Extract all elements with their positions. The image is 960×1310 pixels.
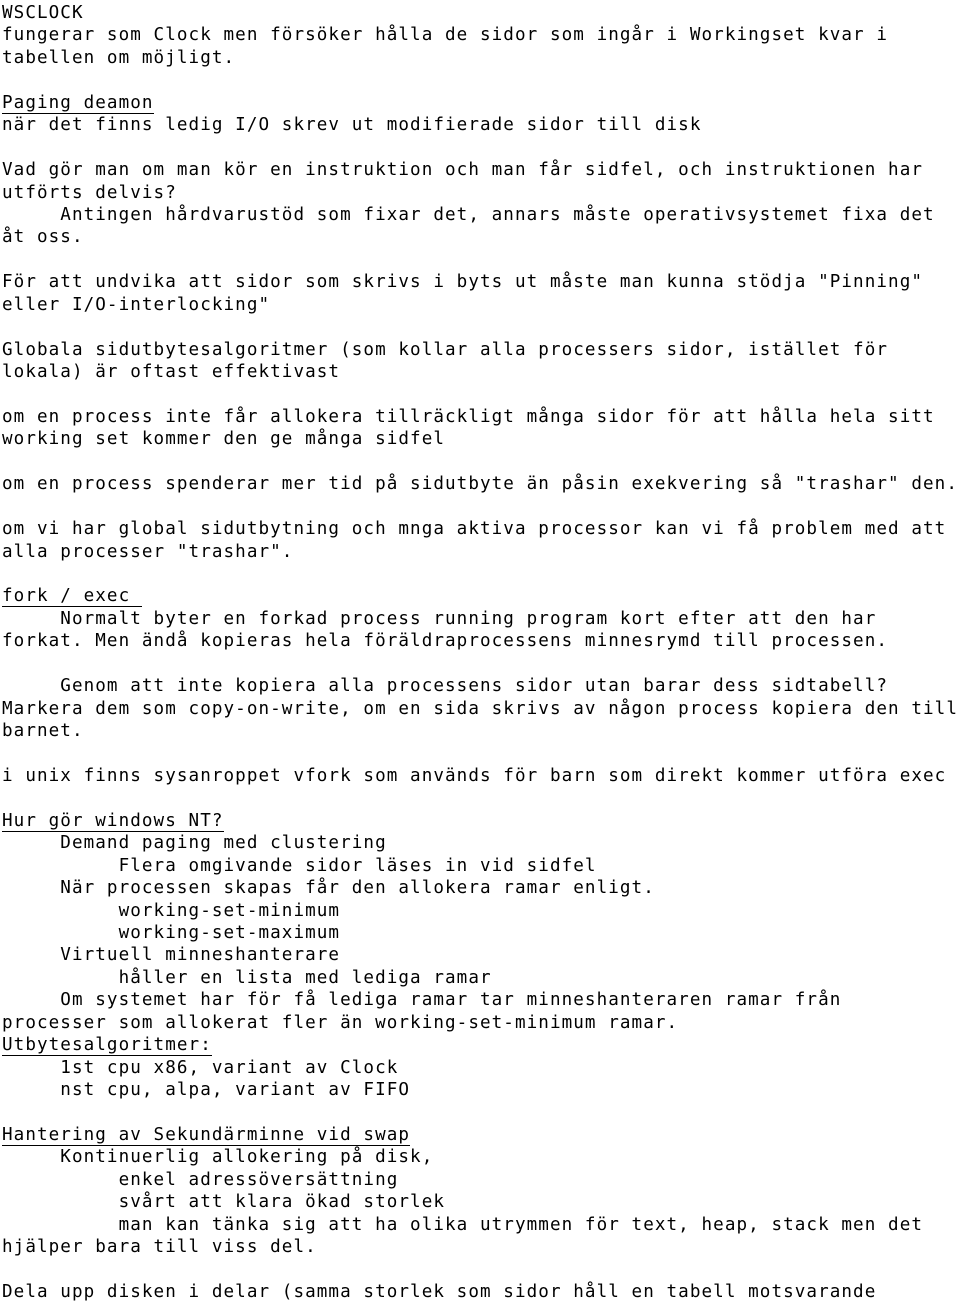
- text-line: hjälper bara till viss del.: [2, 1237, 317, 1258]
- heading-label: Hantering av Sekundärminne vid swap: [2, 1124, 411, 1146]
- text-line: Flera omgivande sidor läses in vid sidfe…: [2, 855, 597, 876]
- text-line: working set kommer den ge många sidfel: [2, 429, 446, 450]
- section-heading: Paging deamon: [2, 92, 958, 114]
- text-line: Markera dem som copy-on-write, om en sid…: [2, 698, 958, 719]
- text-line: För att undvika att sidor som skrivs i b…: [2, 272, 924, 293]
- text-line: Vad gör man om man kör en instruktion oc…: [2, 160, 924, 181]
- section-heading: Utbytesalgoritmer:: [2, 1034, 958, 1057]
- text-line: eller I/O-interlocking": [2, 294, 271, 315]
- text-line: forkat. Men ändå kopieras hela föräldrap…: [2, 631, 889, 652]
- text-line: när det finns ledig I/O skrev ut modifie…: [2, 115, 702, 136]
- text-line: working-set-minimum: [2, 900, 341, 921]
- text-line: fungerar som Clock men försöker hålla de…: [2, 25, 889, 46]
- text-line: man kan tänka sig att ha olika utrymmen …: [2, 1214, 924, 1235]
- document-page: WSCLOCK fungerar som Clock men försöker h…: [0, 0, 960, 1310]
- section-heading: Hantering av Sekundärminne vid swap: [2, 1124, 958, 1146]
- text-line: Dela upp disken i delar (samma storlek s…: [2, 1281, 877, 1302]
- text-line: åt oss.: [2, 227, 84, 248]
- text-line: nst cpu, alpa, variant av FIFO: [2, 1080, 411, 1100]
- text-line: håller en lista med lediga ramar: [2, 967, 492, 988]
- text-line: om en process inte får allokera tillräck…: [2, 406, 935, 427]
- text-line: barnet.: [2, 721, 84, 741]
- text-line: i unix finns sysanroppet vfork som använ…: [2, 765, 947, 786]
- text-line: Virtuell minneshanterare: [2, 945, 341, 966]
- heading-label: Hur gör windows NT?: [2, 810, 224, 832]
- text-line: lokala) är oftast effektivast: [2, 362, 341, 382]
- text-line: Antingen hårdvarustöd som fixar det, ann…: [2, 204, 935, 225]
- text-line: WSCLOCK: [2, 3, 84, 23]
- text-line: Om systemet har för få lediga ramar tar …: [2, 990, 842, 1011]
- text-line: utförts delvis?: [2, 182, 177, 203]
- heading-label: Paging deamon: [2, 92, 154, 114]
- text-line: tabellen om möjligt.: [2, 47, 236, 68]
- text-line: Demand paging med clustering: [2, 833, 387, 854]
- text-line: processer som allokerat fler än working-…: [2, 1012, 679, 1033]
- text-line: working-set-maximum: [2, 922, 341, 943]
- text-line: Kontinuerlig allokering på disk,: [2, 1147, 434, 1168]
- text-line: svårt att klara ökad storlek: [2, 1192, 446, 1213]
- text-line: Genom att inte kopiera alla processens s…: [2, 676, 889, 697]
- section-heading: Hur gör windows NT?: [2, 810, 958, 832]
- text-line: Globala sidutbytesalgoritmer (som kollar…: [2, 339, 889, 360]
- text-line: alla processer "trashar".: [2, 541, 294, 562]
- heading-label: Utbytesalgoritmer:: [2, 1035, 212, 1057]
- text-line: om en process spenderar mer tid på sidut…: [2, 474, 958, 495]
- section-heading: fork / exec: [2, 585, 958, 608]
- text-line: enkel adressöversättning: [2, 1169, 399, 1190]
- text-line: Normalt byter en forkad process running …: [2, 608, 877, 629]
- document-text-body: WSCLOCK fungerar som Clock men försöker h…: [2, 2, 958, 1303]
- text-line: 1st cpu x86, variant av Clock: [2, 1057, 399, 1078]
- text-line: om vi har global sidutbytning och mnga a…: [2, 519, 947, 540]
- heading-label: fork / exec: [2, 586, 142, 608]
- text-line: När processen skapas får den allokera ra…: [2, 878, 655, 899]
